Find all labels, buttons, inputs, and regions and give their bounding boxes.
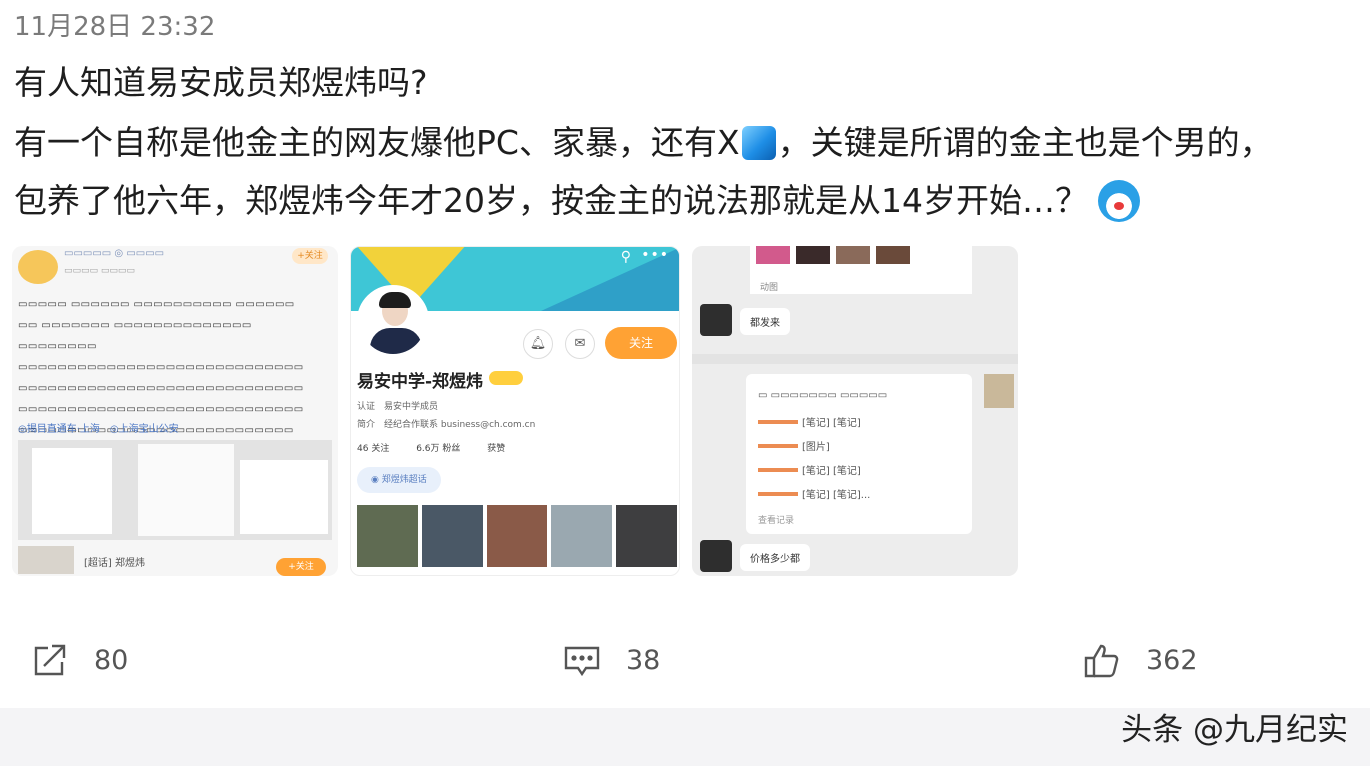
profile-cert: 认证 易安中学成员 — [357, 402, 439, 412]
post-timestamp: 11月28日 23:32 — [14, 12, 216, 42]
chat-bubble-2: 价格多少都 — [740, 544, 810, 571]
bell-icon: 🔔︎ — [523, 329, 553, 359]
screenshot-timestamp: ▭▭▭▭ ▭▭▭▭ — [64, 266, 135, 276]
post-body-line1a: 有一个自称是他金主的网友爆他PC、家暴，还有X — [14, 123, 740, 162]
chat-card-foot: 查看记录 — [758, 516, 795, 526]
profile-photo-strip — [357, 505, 677, 567]
thumbs-up-icon — [1084, 644, 1119, 678]
comment-button[interactable]: 38 — [562, 620, 660, 700]
profile-name: 易安中学-郑煜炜 — [357, 367, 524, 392]
profile-name-text: 易安中学-郑煜炜 — [357, 372, 484, 392]
profile-stats: 46 关注 6.6万 粉丝 获赞 — [357, 441, 529, 454]
profile-intro: 简介 经纪合作联系 business@ch.com.cn — [357, 420, 536, 430]
comment-icon — [564, 646, 600, 677]
chat-image-strip: 动图 — [750, 246, 972, 294]
post-title: 有人知道易安成员郑煜炜吗? — [14, 63, 428, 102]
screenshot-bottom-button: +关注 — [276, 558, 326, 576]
screenshot-username: ▭▭▭▭▭ ◎ ▭▭▭▭ — [64, 248, 165, 259]
more-icon: ••• — [641, 247, 669, 263]
screenshot-blurred-text: ▭▭▭▭▭ ▭▭▭▭▭▭ ▭▭▭▭▭▭▭▭▭▭ ▭▭▭▭▭▭ ▭▭ ▭▭▭▭▭▭… — [18, 299, 304, 436]
chat-card-row-2: [图片] — [802, 442, 830, 453]
avatar — [18, 250, 58, 284]
profile-stat-likes: 获赞 — [487, 444, 506, 454]
message-icon: ✉︎ — [565, 329, 595, 359]
post-action-bar: 80 38 362 — [0, 620, 1370, 700]
profile-supertopic-tag: ◉ 郑煜炜超话 — [357, 467, 441, 493]
post-body-line2: 包养了他六年，郑煜炜今年才20岁，按金主的说法那就是从14岁开始…？ — [14, 181, 1088, 220]
like-button[interactable]: 362 — [1082, 620, 1198, 700]
chat-divider — [692, 354, 1018, 364]
post-body-line1b: ，关键是所谓的金主也是个男的， — [777, 123, 1273, 162]
share-count: 80 — [94, 644, 129, 676]
chat-forward-card: ▭ ▭▭▭▭▭▭▭ ▭▭▭▭▭ [笔记] [笔记] [图片] [笔记] [笔记]… — [746, 374, 972, 534]
screenshot-bottom-avatar — [18, 546, 74, 574]
profile-stat-fans: 6.6万 粉丝 — [416, 444, 461, 454]
comment-count: 38 — [626, 644, 661, 676]
chat-card-row-3: [笔记] [笔记] — [802, 466, 861, 477]
share-button[interactable]: 80 — [30, 620, 128, 700]
screenshot-follow-button: +关注 — [292, 248, 328, 264]
screenshot-links: ◎揭目直通车·上海 ◎上海宝山公安 — [18, 424, 179, 435]
chat-card-row-4: [笔记] [笔记]... — [802, 490, 871, 501]
source-watermark: 头条 @九月纪实 — [1121, 712, 1348, 748]
screenshot-bottom-label: [超话] 郑煜炜 — [84, 558, 145, 569]
chat-bubble-1: 都发来 — [740, 308, 790, 335]
chat-right-avatar — [984, 374, 1014, 408]
chat-avatar — [700, 304, 732, 336]
post-body: 有一个自称是他金主的网友爆他PC、家暴，还有X ，关键是所谓的金主也是个男的， 包… — [14, 114, 1354, 230]
vip-badge-icon — [489, 371, 524, 385]
share-icon — [34, 644, 66, 676]
doraemon-shocked-icon — [1097, 180, 1140, 222]
like-count: 362 — [1146, 644, 1198, 676]
chat-avatar-2 — [700, 540, 732, 572]
search-icon: ⚲ — [620, 249, 631, 265]
profile-avatar — [357, 285, 429, 357]
profile-follow-button: 关注 — [605, 327, 677, 359]
screenshot-embedded-images — [18, 440, 332, 540]
chat-card-row-1: [笔记] [笔记] — [802, 418, 861, 429]
blue-cube-icon — [741, 126, 776, 160]
chat-strip-label: 动图 — [760, 283, 779, 293]
post-image-2[interactable]: ⚲ ••• 🔔︎ ✉︎ 关注 易安中学-郑煜炜 认证 易安中学成员 简介 经纪合… — [350, 246, 680, 576]
post-image-1[interactable]: ▭▭▭▭▭ ◎ ▭▭▭▭ ▭▭▭▭ ▭▭▭▭ +关注 ▭▭▭▭▭ ▭▭▭▭▭▭ … — [12, 246, 338, 576]
post-image-3[interactable]: 动图 都发来 ▭ ▭▭▭▭▭▭▭ ▭▭▭▭▭ [笔记] [笔记] [图片] [笔… — [692, 246, 1018, 576]
profile-stat-following: 46 关注 — [357, 444, 390, 454]
